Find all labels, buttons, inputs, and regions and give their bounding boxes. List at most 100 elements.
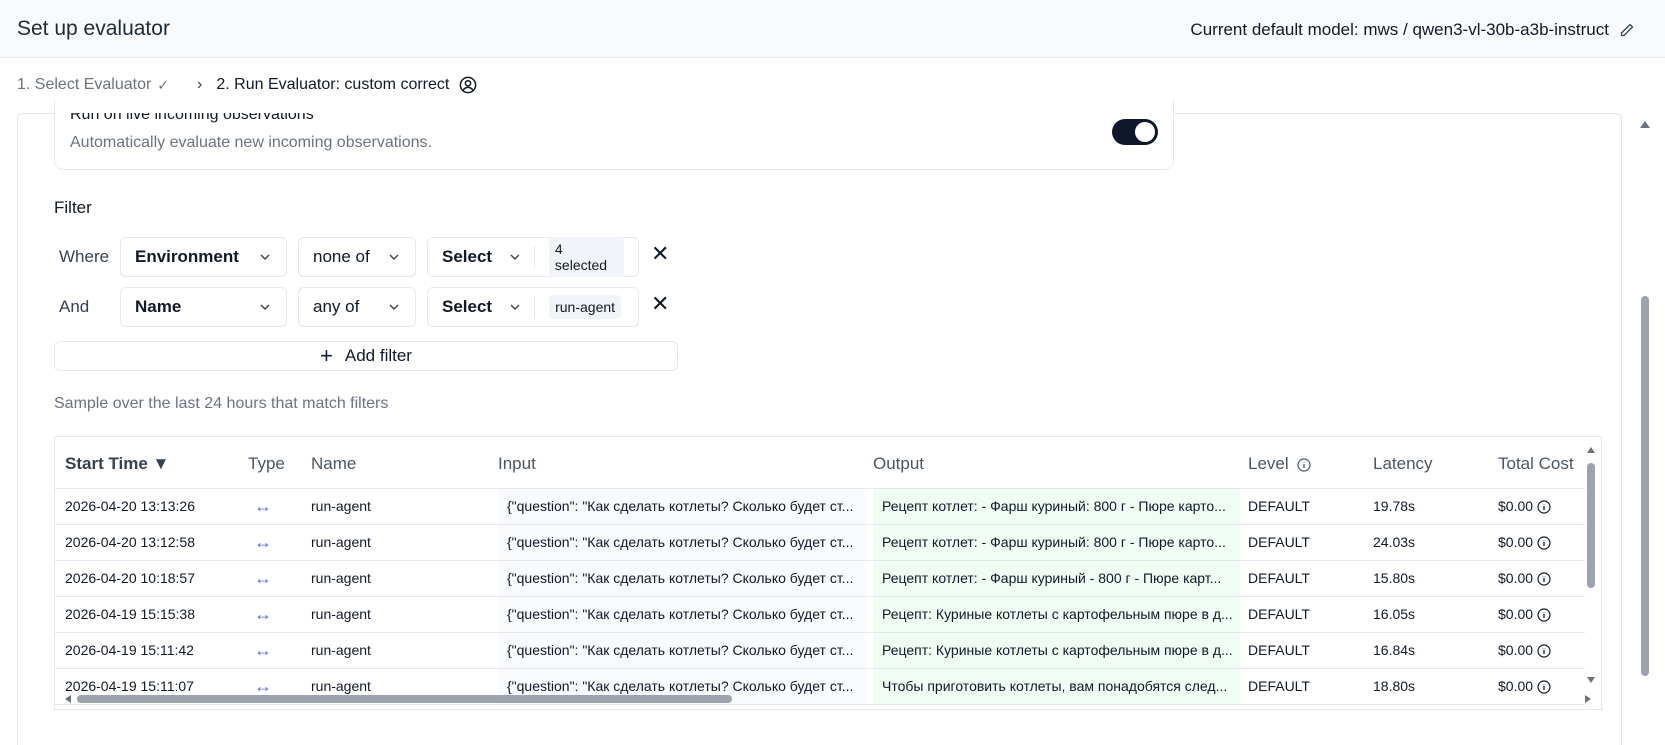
chevron-down-icon [389,304,399,310]
breadcrumb-step-select-evaluator[interactable]: 1. Select Evaluator [17,76,151,94]
cell-output: Рецепт котлет: - Фарш куриный: 800 г - П… [873,525,1240,560]
chevron-right-icon: › [197,76,203,93]
chevron-down-icon [389,254,399,260]
cell-input: {"question": "Как сделать котлеты? Сколь… [498,597,865,632]
info-icon[interactable] [1537,572,1551,586]
column-header-start-time[interactable]: Start Time ▼ [65,454,169,474]
cell-name: run-agent [311,606,371,622]
table-vertical-scrollbar[interactable] [1585,445,1597,685]
column-header-type[interactable]: Type [248,454,285,474]
filter-column-value: Name [135,297,182,316]
cell-total-cost: $0.00 [1498,561,1578,596]
column-header-input[interactable]: Input [498,454,536,474]
cell-total-cost: $0.00 [1498,597,1578,632]
cell-latency: 16.84s [1373,642,1416,658]
page-vertical-scrollbar[interactable] [1635,116,1655,745]
filter-selected-badge: 4 selected [548,237,624,277]
remove-filter-close-icon[interactable]: ✕ [651,241,669,267]
breadcrumb: 1. Select Evaluator ✓ › 2. Run Evaluator… [17,76,477,94]
column-header-latency[interactable]: Latency [1373,454,1433,474]
table-row[interactable]: 2026-04-20 13:12:58 ↔ run-agent {"question"… [55,525,1585,561]
arrows-horizontal-icon: ↔ [254,640,272,660]
filter-column-select[interactable]: Environment [120,237,287,277]
cell-input: {"question": "Как сделать котлеты? Сколь… [498,561,865,596]
filter-column-value: Environment [135,247,239,266]
chevron-down-icon [260,254,270,260]
check-icon: ✓ [157,76,170,93]
pencil-icon[interactable] [1619,22,1635,38]
column-header-total-cost[interactable]: Total Cost [1498,454,1574,474]
arrows-horizontal-icon: ↔ [254,604,272,624]
cell-output: Рецепт котлет: - Фарш куриный: 800 г - П… [873,489,1240,524]
page-header: Set up evaluator Current default model: … [0,0,1665,58]
cell-output: Рецепт: Куриные котлеты с картофельным п… [873,597,1240,632]
cell-total-cost: $0.00 [1498,633,1578,668]
remove-filter-close-icon[interactable]: ✕ [651,291,669,317]
cost-value: $0.00 [1498,606,1534,622]
cell-output: Рецепт котлет: - Фарш куриный - 800 г - … [873,561,1240,596]
table-row[interactable]: 2026-04-19 15:15:38 ↔ run-agent {"question"… [55,597,1585,633]
filter-value-label: Select [442,247,493,266]
cell-input: {"question": "Как сделать котлеты? Сколь… [498,633,865,668]
cost-value: $0.00 [1498,498,1534,514]
plus-icon: + [320,343,333,368]
info-icon[interactable] [1537,500,1551,514]
column-header-level-label: Level [1248,454,1289,473]
cell-start-time: 2026-04-20 13:13:26 [65,498,195,514]
cell-name: run-agent [311,498,371,514]
sample-description: Sample over the last 24 hours that match… [54,395,389,412]
table-horizontal-scrollbar[interactable] [63,691,1593,707]
default-model-info: Current default model: mws / qwen3-vl-30… [1190,20,1635,40]
filter-value-label: Select [442,297,493,316]
filter-operator-value: any of [313,297,360,316]
column-header-level[interactable]: Level [1248,454,1311,474]
column-header-output[interactable]: Output [873,454,924,474]
live-observations-description: Automatically evaluate new incoming obse… [70,134,432,151]
chevron-down-icon [510,304,520,310]
chevron-down-icon [510,254,520,260]
info-icon [1297,457,1311,472]
cell-total-cost: $0.00 [1498,525,1578,560]
table-row[interactable]: 2026-04-20 13:13:26 ↔ run-agent {"question"… [55,489,1585,525]
chevron-down-icon [260,304,270,310]
filter-operator-select[interactable]: none of [298,237,416,277]
user-circle-icon [459,76,477,94]
table-row[interactable]: 2026-04-20 10:18:57 ↔ run-agent {"question"… [55,561,1585,597]
breadcrumb-step-run-evaluator: 2. Run Evaluator: custom correct [216,76,450,93]
filter-value-select[interactable]: Select 4 selected [427,237,639,277]
cell-start-time: 2026-04-20 13:12:58 [65,534,195,550]
cell-level: DEFAULT [1248,642,1310,658]
default-model-label: Current default model: mws / qwen3-vl-30… [1190,20,1609,39]
info-icon[interactable] [1537,644,1551,658]
info-icon[interactable] [1537,608,1551,622]
cell-level: DEFAULT [1248,606,1310,622]
toggle-knob [1135,122,1155,142]
cell-input: {"question": "Как сделать котлеты? Сколь… [498,489,865,524]
cell-start-time: 2026-04-20 10:18:57 [65,570,195,586]
table-header: Start Time ▼ Type Name Input Output Leve… [55,437,1585,489]
arrows-horizontal-icon: ↔ [254,568,272,588]
filter-operator-value: none of [313,247,370,266]
cell-latency: 19.78s [1373,498,1416,514]
column-header-name[interactable]: Name [311,454,356,474]
cell-input: {"question": "Как сделать котлеты? Сколь… [498,525,865,560]
cell-latency: 15.80s [1373,570,1416,586]
cost-value: $0.00 [1498,570,1534,586]
cell-latency: 16.05s [1373,606,1416,622]
add-filter-label: Add filter [344,346,412,365]
filter-value-select[interactable]: Select run-agent [427,287,639,327]
cell-output: Рецепт: Куриные котлеты с картофельным п… [873,633,1240,668]
filter-row-prefix: And [59,297,90,316]
cell-level: DEFAULT [1248,570,1310,586]
page-title: Set up evaluator [17,17,170,40]
filter-operator-select[interactable]: any of [298,287,416,327]
filter-column-select[interactable]: Name [120,287,287,327]
info-icon[interactable] [1537,536,1551,550]
cell-total-cost: $0.00 [1498,489,1578,524]
filter-row-prefix: Where [59,247,110,266]
observations-table: Start Time ▼ Type Name Input Output Leve… [54,436,1602,710]
add-filter-button[interactable]: + Add filter [54,341,678,371]
arrows-horizontal-icon: ↔ [254,532,272,552]
live-observations-toggle[interactable] [1112,119,1158,145]
table-row[interactable]: 2026-04-19 15:11:42 ↔ run-agent {"question"… [55,633,1585,669]
